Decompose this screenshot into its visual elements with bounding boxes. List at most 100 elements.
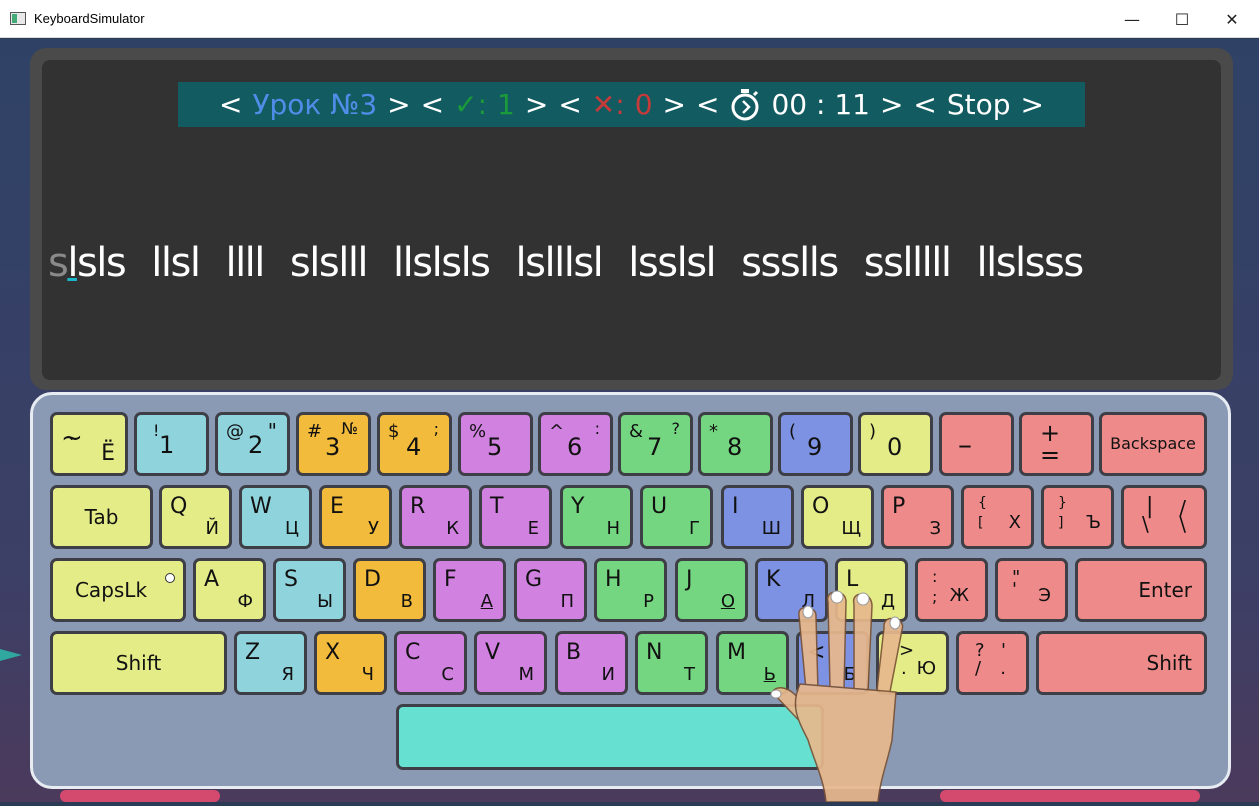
key-main: 7	[647, 433, 663, 461]
key-cyrillic: Т	[684, 664, 695, 685]
key-7[interactable]: & 7 ?	[618, 412, 693, 476]
key-r[interactable]: R К	[399, 485, 472, 549]
key-z[interactable]: Z Я	[234, 631, 307, 695]
key-v[interactable]: V М	[474, 631, 547, 695]
bracket: >	[387, 88, 411, 121]
exercise-word: llll	[225, 240, 265, 286]
key-backslash[interactable]: | \ / \	[1121, 485, 1207, 549]
key-cyrillic: Н	[606, 518, 620, 539]
key-s[interactable]: S Ы	[273, 558, 346, 622]
key-main: =	[1040, 441, 1061, 469]
first-word-rest: sls	[76, 240, 127, 286]
key-y[interactable]: Y Н	[560, 485, 633, 549]
key-cyrillic: У	[368, 518, 379, 539]
key-latin: S	[284, 567, 298, 592]
space-key[interactable]	[396, 704, 824, 770]
key-cyrillic-symbol: №	[341, 419, 358, 438]
key-p[interactable]: P З	[881, 485, 954, 549]
key-6[interactable]: ^ 6 :	[538, 412, 613, 476]
stop-button[interactable]: Stop	[947, 88, 1011, 121]
key-4[interactable]: $ 4 ;	[377, 412, 452, 476]
key-minus[interactable]: –	[939, 412, 1014, 476]
key-cyrillic: К	[446, 518, 459, 539]
key-cyrillic-symbol: ?	[671, 419, 681, 438]
key-9[interactable]: ( 9	[778, 412, 853, 476]
key-j[interactable]: J О	[675, 558, 748, 622]
key-main: 9	[807, 433, 823, 461]
key-main: 8	[727, 433, 743, 461]
key-latin: U	[651, 494, 668, 519]
cross-icon: ✕	[591, 88, 616, 121]
key-g[interactable]: G П	[514, 558, 587, 622]
key-cyrillic: Е	[527, 518, 539, 539]
key-a[interactable]: A Ф	[193, 558, 266, 622]
key-d[interactable]: D В	[353, 558, 426, 622]
key-latin: M	[727, 640, 746, 665]
minimize-button[interactable]: —	[1109, 0, 1155, 38]
key-symbol: ]	[1058, 515, 1064, 531]
errors-label: :	[615, 88, 625, 121]
key-bracket-right[interactable]: } ] Ъ	[1041, 485, 1114, 549]
key-n[interactable]: N Т	[635, 631, 708, 695]
key-quote[interactable]: " ' Э	[995, 558, 1068, 622]
key-cyrillic: М	[518, 664, 534, 685]
exercise-word: llsl	[151, 240, 201, 286]
key-cyrillic: Э	[1038, 585, 1051, 606]
key-8[interactable]: * 8	[698, 412, 773, 476]
key-cyrillic: Х	[1008, 512, 1021, 533]
key-f[interactable]: F А	[433, 558, 506, 622]
key-yo[interactable]: ~ ` Ё	[50, 412, 128, 476]
key-x[interactable]: X Ч	[314, 631, 387, 695]
close-button[interactable]: ✕	[1209, 0, 1255, 38]
key-h[interactable]: H Р	[594, 558, 667, 622]
key-latin: T	[490, 494, 504, 519]
key-shift-symbol: &	[629, 421, 644, 442]
key-e[interactable]: E У	[319, 485, 392, 549]
key-o[interactable]: O Щ	[801, 485, 874, 549]
window-titlebar: KeyboardSimulator — ☐ ✕	[0, 0, 1259, 38]
decor-bar	[940, 790, 1200, 802]
key-w[interactable]: W Ц	[239, 485, 312, 549]
exercise-word: lsslsl	[628, 240, 716, 286]
key-label: Shift	[1146, 651, 1192, 675]
key-cyrillic: Р	[643, 591, 654, 612]
key-b[interactable]: B И	[555, 631, 628, 695]
key-semicolon[interactable]: : ; Ж	[915, 558, 988, 622]
key-latin: D	[364, 567, 381, 592]
key-t[interactable]: T Е	[479, 485, 552, 549]
key-1[interactable]: ! 1	[134, 412, 209, 476]
key-slash[interactable]: ? / ' .	[956, 631, 1029, 695]
key-main: 5	[487, 433, 503, 461]
bracket: <	[420, 88, 445, 121]
key-3[interactable]: # 3 №	[296, 412, 371, 476]
key-bracket-left[interactable]: { [ Х	[961, 485, 1034, 549]
capslock-key[interactable]: CapsLk	[50, 558, 186, 622]
key-c[interactable]: C С	[394, 631, 467, 695]
key-cyrillic: С	[441, 664, 454, 685]
key-equals[interactable]: + =	[1019, 412, 1094, 476]
key-q[interactable]: Q Й	[159, 485, 232, 549]
right-shift-key[interactable]: Shift	[1036, 631, 1207, 695]
enter-key[interactable]: Enter	[1075, 558, 1207, 622]
key-label: Shift	[115, 651, 162, 675]
key-latin: Z	[245, 640, 261, 665]
tab-key[interactable]: Tab	[50, 485, 153, 549]
key-2[interactable]: @ 2 "	[215, 412, 290, 476]
key-i[interactable]: I Ш	[721, 485, 794, 549]
bracket: <	[913, 88, 937, 121]
checkmark-icon: ✓	[454, 88, 478, 121]
backspace-key[interactable]: Backspace	[1099, 412, 1207, 476]
key-main: 4	[406, 433, 422, 461]
maximize-button[interactable]: ☐	[1159, 0, 1205, 38]
key-latin: O	[812, 494, 830, 519]
key-cyrillic: Ч	[361, 664, 374, 685]
key-u[interactable]: U Г	[640, 485, 713, 549]
key-cyrillic: О	[720, 591, 735, 612]
left-shift-key[interactable]: Shift	[50, 631, 227, 695]
key-latin: I	[732, 494, 739, 519]
key-5[interactable]: % 5	[458, 412, 533, 476]
errors-count: 0	[634, 88, 653, 121]
timer-value: 00 : 11	[771, 88, 870, 121]
key-0[interactable]: ) 0	[858, 412, 933, 476]
app-icon	[10, 12, 26, 25]
